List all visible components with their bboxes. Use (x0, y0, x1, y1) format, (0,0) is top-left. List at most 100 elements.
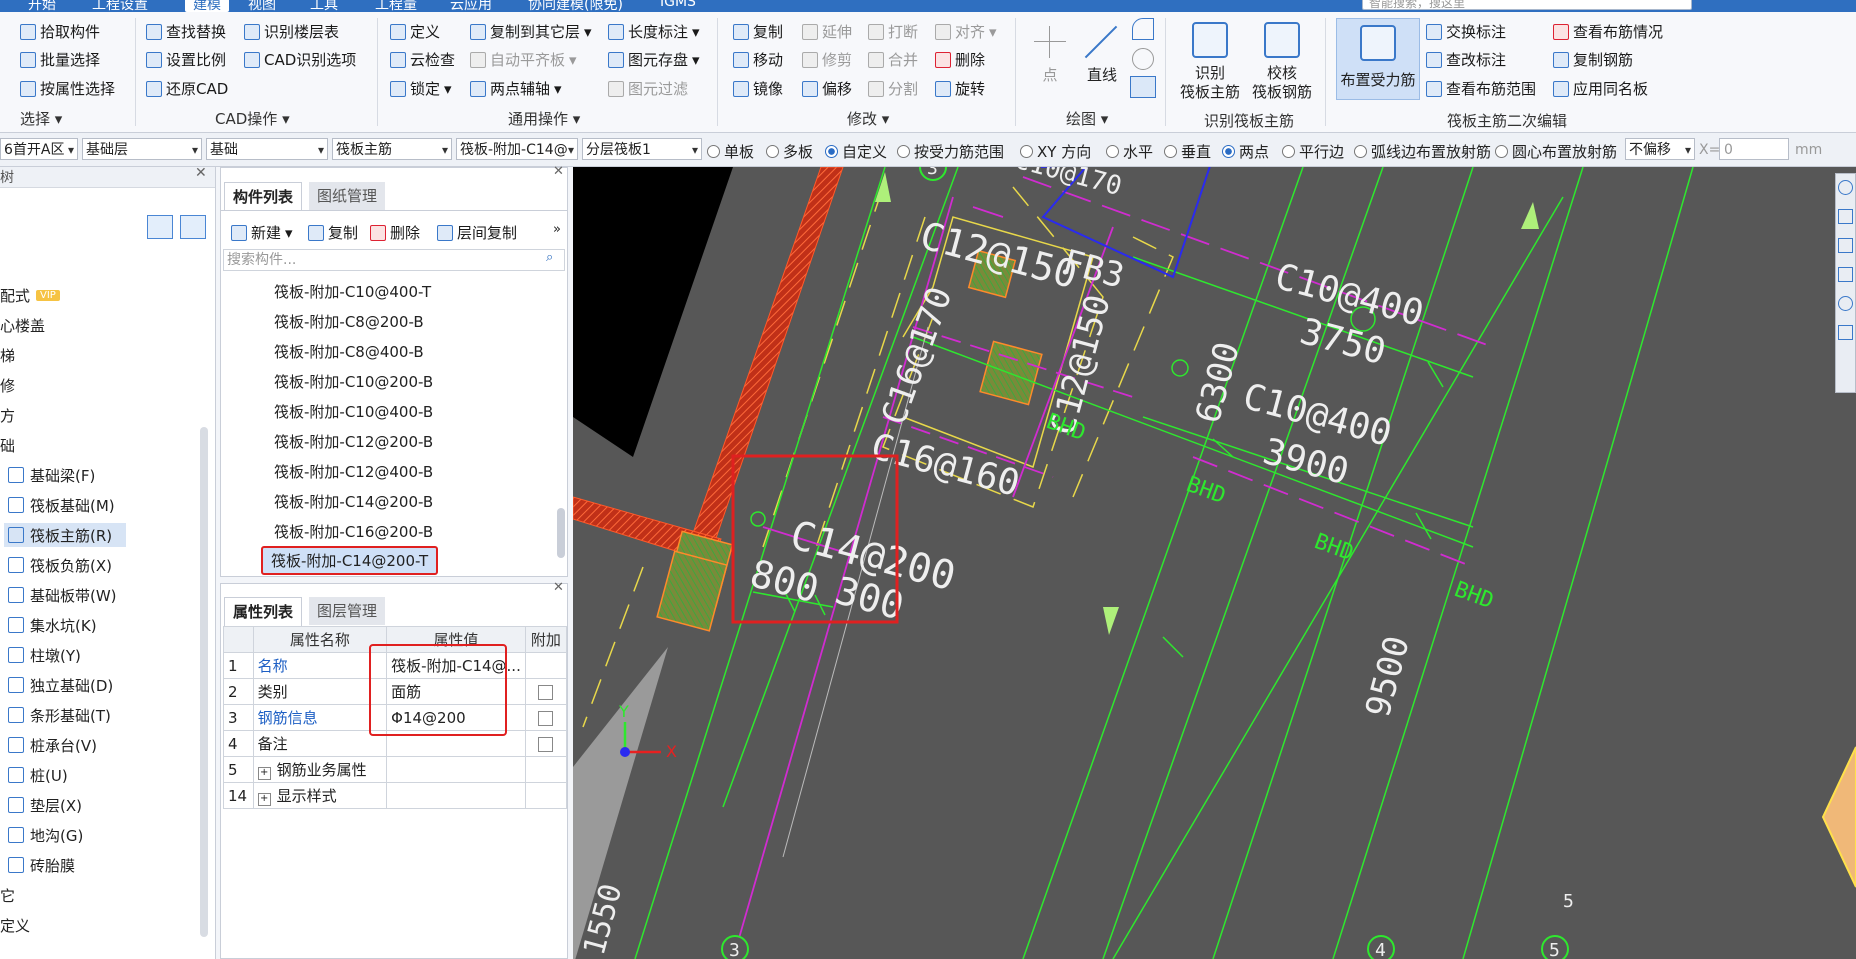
view-rebar-status-button[interactable]: 查看布筋情况 (1553, 21, 1663, 42)
attach-checkbox[interactable] (538, 736, 554, 752)
split-button[interactable]: 分割 (868, 78, 918, 99)
copy-to-other-layer-button[interactable]: 复制到其它层 ▾ (470, 21, 592, 42)
break-button[interactable]: 打断 (868, 21, 918, 42)
tree-item-sump-pit[interactable]: 集水坑(K) (8, 613, 97, 637)
list-item[interactable]: 筏板-附加-C10@400-B (274, 401, 433, 422)
list-item[interactable]: 筏板-附加-C10@400-T (274, 281, 431, 302)
find-replace-button[interactable]: 查找替换 (146, 21, 226, 42)
radio-horizontal[interactable]: 水平 (1106, 141, 1153, 162)
menu-tab-collab[interactable]: 协同建模(限免) (528, 0, 623, 13)
tab-property-list[interactable]: 属性列表 (224, 597, 303, 626)
tree-item-isolated-footing[interactable]: 独立基础(D) (8, 673, 113, 697)
draw-line-button[interactable]: 直线 (1082, 24, 1122, 85)
tree-item-pile[interactable]: 桩(U) (8, 763, 68, 787)
list-item[interactable]: 筏板-附加-C10@200-B (274, 371, 433, 392)
tree-scrollbar[interactable] (200, 427, 208, 937)
menu-tab-modeling[interactable]: 建模 (185, 0, 229, 13)
radio-stress-range[interactable]: 按受力筋范围 (897, 141, 1004, 162)
rectangle-icon[interactable] (1130, 76, 1156, 98)
define-button[interactable]: 定义 (390, 21, 440, 42)
property-group[interactable]: + 钢筋业务属性 (252, 756, 388, 783)
component-select[interactable]: 筏板-附加-C14@ (456, 138, 578, 160)
tree-item-hollow-floor[interactable]: 心楼盖 (0, 313, 45, 337)
radio-xy-direction[interactable]: XY 方向 (1020, 141, 1091, 162)
layer-select[interactable]: 基础层 (82, 138, 202, 160)
offset-button[interactable]: 偏移 (802, 78, 852, 99)
offset-select[interactable]: 不偏移 (1625, 138, 1695, 160)
delete-button[interactable]: 删除 (935, 49, 985, 70)
view-plane-icon[interactable] (1838, 238, 1853, 253)
extend-button[interactable]: 延伸 (802, 21, 852, 42)
tree-item-decoration[interactable]: 修 (0, 373, 15, 397)
tree-item-pile-cap[interactable]: 桩承台(V) (8, 733, 97, 757)
select-by-property-button[interactable]: 按属性选择 (20, 78, 115, 99)
circle-icon[interactable] (1132, 48, 1154, 70)
edit-label-button[interactable]: 查改标注 (1426, 49, 1506, 70)
recognize-floor-table-button[interactable]: 识别楼层表 (244, 21, 339, 42)
radio-multi-slab[interactable]: 多板 (766, 141, 813, 162)
tree-item-cushion[interactable]: 垫层(X) (8, 793, 82, 817)
card-view-icon[interactable] (180, 215, 206, 239)
menu-tab-igms[interactable]: IGMS (660, 0, 696, 12)
tree-item-foundation-strip[interactable]: 基础板带(W) (8, 583, 117, 607)
tree-item-column-pier[interactable]: 柱墩(Y) (8, 643, 81, 667)
recognize-raft-main-rebar-button[interactable]: 识别 筏板主筋 (1178, 22, 1242, 102)
property-group[interactable]: + 显示样式 (252, 782, 388, 809)
settings-icon[interactable] (1838, 325, 1853, 340)
cloud-check-button[interactable]: 云检查 (390, 49, 455, 70)
new-component-button[interactable]: 新建 ▾ (231, 222, 293, 243)
pick-component-button[interactable]: 拾取构件 (20, 21, 100, 42)
category-select[interactable]: 基础 (206, 138, 328, 160)
draw-point-button[interactable]: 点 (1030, 24, 1070, 85)
attach-checkbox[interactable] (538, 684, 554, 700)
copy-rebar-button[interactable]: 复制钢筋 (1553, 49, 1633, 70)
element-filter-button[interactable]: 图元过滤 (608, 78, 688, 99)
x-offset-input[interactable]: 0 (1719, 138, 1789, 160)
cad-canvas[interactable]: 3 3 4 5 5 C10@170 C12@150 FB3 C10@400 37… (573, 167, 1856, 959)
list-item[interactable]: 筏板-附加-C8@200-B (274, 311, 424, 332)
auto-align-slab-button[interactable]: 自动平齐板 ▾ (470, 49, 577, 70)
group-title-general[interactable]: 通用操作 ▾ (508, 108, 580, 129)
slab-select[interactable]: 分层筏板1 (582, 138, 702, 160)
tab-drawing-management[interactable]: 图纸管理 (309, 182, 386, 210)
radio-two-point[interactable]: 两点 (1222, 141, 1269, 162)
tree-item-raft-negative-rebar[interactable]: 筏板负筋(X) (8, 553, 112, 577)
move-button[interactable]: 移动 (733, 49, 783, 70)
display-icon[interactable] (1838, 267, 1853, 282)
element-save-button[interactable]: 图元存盘 ▾ (608, 49, 700, 70)
search-input[interactable]: 智能搜索，搜这里 (1362, 0, 1692, 10)
tree-item-trench[interactable]: 地沟(G) (8, 823, 83, 847)
apply-same-name-button[interactable]: 应用同名板 (1553, 78, 1648, 99)
type-select[interactable]: 筏板主筋 (332, 138, 452, 160)
list-item-selected[interactable]: 筏板-附加-C14@200-T (261, 546, 439, 575)
tab-layer-management[interactable]: 图层管理 (309, 597, 386, 625)
menu-tab-view[interactable]: 视图 (248, 0, 276, 13)
group-title-draw[interactable]: 绘图 ▾ (1066, 108, 1108, 129)
zoom-icon[interactable] (1838, 180, 1853, 195)
radio-arc-radial[interactable]: 弧线边布置放射筋 (1354, 141, 1491, 162)
group-title-modify[interactable]: 修改 ▾ (847, 108, 889, 129)
list-item[interactable]: 筏板-附加-C16@200-B (274, 521, 433, 542)
tree-item-raft-foundation[interactable]: 筏板基础(M) (8, 493, 115, 517)
tree-item-strip-footing[interactable]: 条形基础(T) (8, 703, 111, 727)
close-icon[interactable]: ✕ (195, 165, 207, 181)
tree-item-other[interactable]: 它 (0, 883, 15, 907)
list-view-icon[interactable] (147, 215, 173, 239)
view-rebar-range-button[interactable]: 查看布筋范围 (1426, 78, 1536, 99)
group-title-cad[interactable]: CAD操作 ▾ (215, 108, 290, 129)
list-scrollbar[interactable] (557, 508, 565, 558)
delete-component-button[interactable]: 删除 (370, 222, 420, 243)
radio-custom[interactable]: 自定义 (825, 141, 887, 162)
tree-item-foundation[interactable]: 础 (0, 433, 15, 457)
menu-tab-cloud[interactable]: 云应用 (450, 0, 492, 13)
merge-button[interactable]: 合并 (868, 49, 918, 70)
list-item[interactable]: 筏板-附加-C12@400-B (274, 461, 433, 482)
swap-label-button[interactable]: 交换标注 (1426, 21, 1506, 42)
menu-tab-quantity[interactable]: 工程量 (375, 0, 417, 13)
expand-icon[interactable]: + (257, 767, 271, 780)
close-icon[interactable]: ✕ (553, 164, 564, 179)
trim-button[interactable]: 修剪 (802, 49, 852, 70)
menu-tab-project-settings[interactable]: 工程设置 (92, 0, 148, 13)
component-search-input[interactable]: 搜索构件... (223, 249, 565, 271)
mirror-button[interactable]: 镜像 (733, 78, 783, 99)
